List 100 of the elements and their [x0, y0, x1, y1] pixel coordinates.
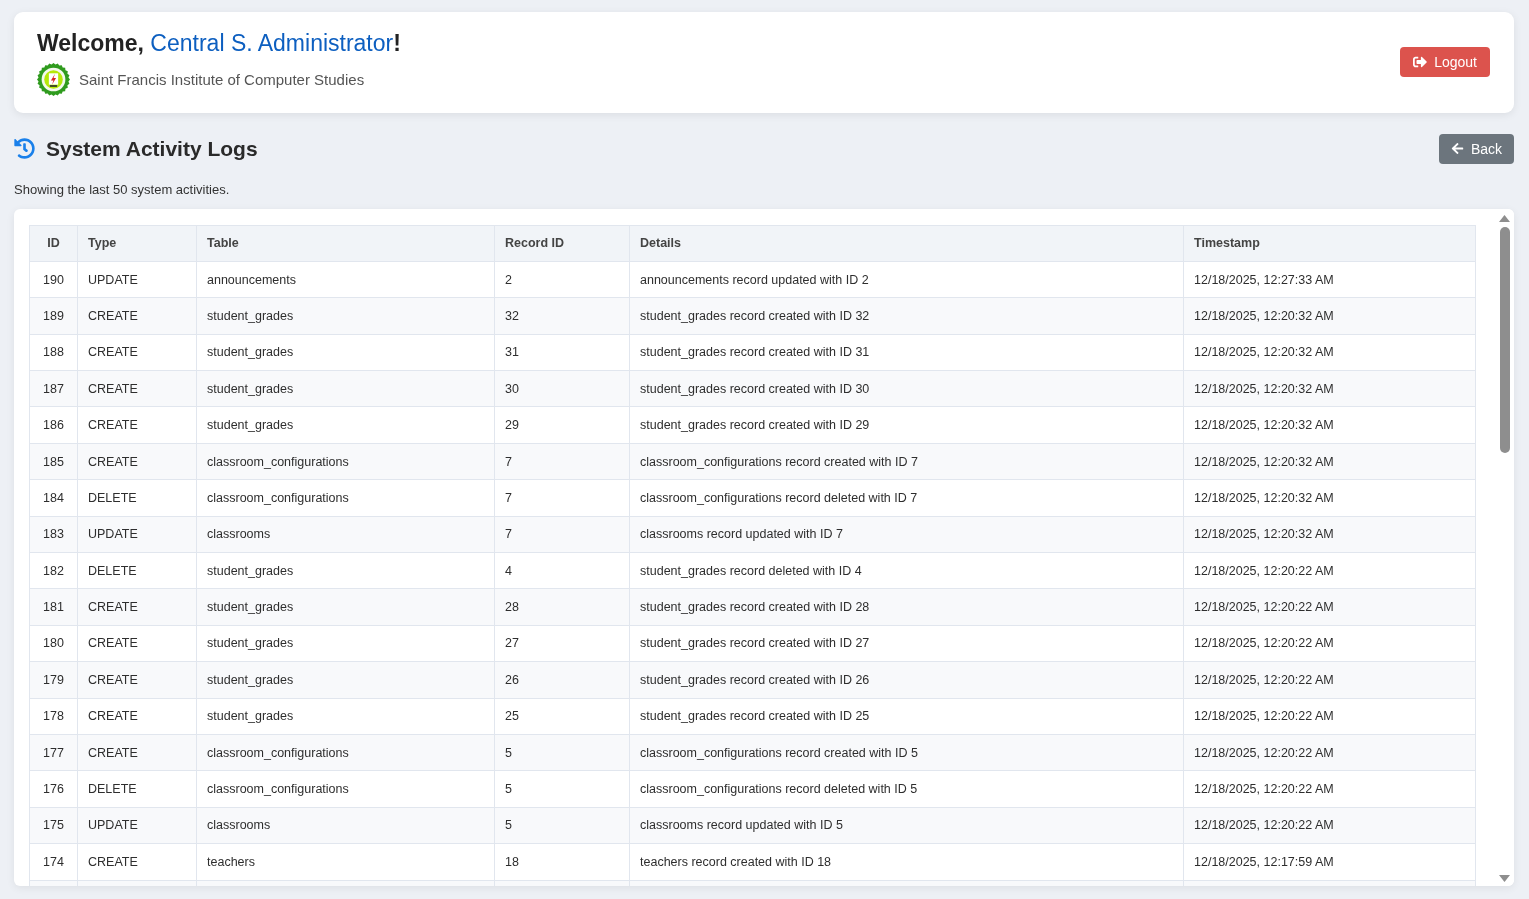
id-cell: 182 [29, 552, 78, 589]
details-cell: student_grades record created with ID 26 [629, 661, 1184, 699]
table-name-cell: classrooms [196, 807, 495, 844]
details-cell: student_grades record created with ID 32 [629, 297, 1184, 335]
details-cell: student_grades record created with ID 30 [629, 370, 1184, 407]
timestamp-cell: 12/18/2025, 12:17:59 AM [1183, 843, 1476, 880]
timestamp-cell: 12/18/2025, 12:20:22 AM [1183, 807, 1476, 844]
id-cell: 174 [29, 843, 78, 880]
table-name-cell: student_grades [196, 661, 495, 699]
timestamp-cell: 12/18/2025, 12:20:22 AM [1183, 661, 1476, 699]
timestamp-cell: 12/18/2025, 12:20:32 AM [1183, 297, 1476, 335]
table-name-cell: student_grades [196, 370, 495, 407]
type-cell: CREATE [77, 370, 197, 407]
record-id-cell: 7 [494, 516, 630, 553]
type-cell: DELETE [77, 552, 197, 589]
type-cell: CREATE [77, 297, 197, 335]
timestamp-cell: 12/18/2025, 12:20:22 AM [1183, 770, 1476, 808]
timestamp-cell: 12/18/2025, 12:20:32 AM [1183, 443, 1476, 480]
id-cell: 178 [29, 698, 78, 735]
record-id-cell: 30 [494, 370, 630, 407]
record-id-cell: 32 [494, 297, 630, 335]
details-cell: classroom_configurations record deleted with ID 5 [629, 770, 1184, 808]
id-cell: 189 [29, 297, 78, 335]
institution-name: Saint Francis Institute of Computer Studies [79, 70, 365, 88]
column-header: Details [629, 225, 1184, 262]
table-name-cell: student_grades [196, 625, 495, 662]
timestamp-cell: 12/18/2025, 12:20:22 AM [1183, 698, 1476, 735]
details-cell: student_grades record created with ID 28 [629, 588, 1184, 626]
id-cell: 183 [29, 516, 78, 553]
details-cell: classroom_configurations record created with ID 7 [629, 443, 1184, 480]
timestamp-cell: 12/18/2025, 12:20:32 AM [1183, 516, 1476, 553]
type-cell: CREATE [77, 625, 197, 662]
record-id-cell: 25 [494, 698, 630, 735]
id-cell: 176 [29, 770, 78, 808]
logout-button[interactable]: Logout [1400, 47, 1490, 78]
details-cell: student_grades record deleted with ID 4 [629, 552, 1184, 589]
sign-out-icon [1413, 55, 1428, 70]
id-cell: 181 [29, 588, 78, 626]
type-cell: CREATE [77, 698, 197, 735]
school-seal-logo [37, 62, 70, 96]
id-cell: 184 [29, 479, 78, 517]
column-header: Timestamp [1183, 225, 1476, 262]
details-cell: classroom_configurations record deleted with ID 7 [629, 479, 1184, 517]
record-id-cell: 27 [494, 625, 630, 662]
id-cell: 188 [29, 334, 78, 371]
id-cell: 186 [29, 406, 78, 444]
type-cell: UPDATE [77, 516, 197, 553]
table-name-cell: classroom_configurations [196, 770, 495, 808]
scrollbar-thumb[interactable] [1499, 226, 1510, 453]
details-cell: student_grades record created with ID 25 [629, 698, 1184, 735]
table-name-cell: student_grades [196, 334, 495, 371]
details-cell: student_grades record created with ID 29 [629, 406, 1184, 444]
id-cell: 190 [29, 261, 78, 298]
details-cell: announcements record updated with ID 2 [629, 261, 1184, 298]
type-cell: CREATE [77, 443, 197, 480]
id-cell: 185 [29, 443, 78, 480]
record-id-cell: 26 [494, 661, 630, 699]
timestamp-cell: 12/18/2025, 12:20:32 AM [1183, 370, 1476, 407]
column-header: Record ID [494, 225, 630, 262]
table-name-cell: classroom_configurations [196, 734, 495, 771]
table-name-cell: student_grades [196, 297, 495, 335]
column-header: Type [77, 225, 197, 262]
page-subtitle: Showing the last 50 system activities. [14, 181, 230, 198]
timestamp-cell: 12/18/2025, 12:20:22 AM [1183, 552, 1476, 589]
table-name-cell: student_grades [196, 588, 495, 626]
type-cell: CREATE [77, 661, 197, 699]
record-id-cell: 4 [494, 552, 630, 589]
welcome-heading: Welcome, Central S. Administrator! [37, 28, 401, 57]
history-icon [14, 138, 35, 160]
details-cell: student_grades record created with ID 31 [629, 334, 1184, 371]
type-cell: CREATE [77, 734, 197, 771]
details-cell: classrooms record updated with ID 5 [629, 807, 1184, 844]
timestamp-cell: 12/18/2025, 12:20:32 AM [1183, 479, 1476, 517]
record-id-cell: 18 [494, 843, 630, 880]
page-title: System Activity Logs [46, 136, 258, 161]
table-name-cell: classroom_configurations [196, 479, 495, 517]
timestamp-cell: 12/18/2025, 12:20:22 AM [1183, 625, 1476, 662]
details-cell: classroom_configurations record created with ID 5 [629, 734, 1184, 771]
type-cell: DELETE [77, 770, 197, 808]
id-cell: 175 [29, 807, 78, 844]
details-cell: classrooms record updated with ID 7 [629, 516, 1184, 553]
back-button[interactable]: Back [1438, 133, 1514, 164]
table-name-cell: announcements [196, 261, 495, 298]
scroll-down-icon[interactable] [1499, 875, 1510, 882]
type-cell: CREATE [77, 334, 197, 371]
details-cell: teachers record created with ID 18 [629, 843, 1184, 880]
id-cell: 177 [29, 734, 78, 771]
details-cell: student_grades record created with ID 27 [629, 625, 1184, 662]
arrow-left-icon [1450, 142, 1464, 156]
table-name-cell: teachers [196, 843, 495, 880]
table-name-cell: classrooms [196, 516, 495, 553]
record-id-cell: 5 [494, 734, 630, 771]
scroll-up-icon[interactable] [1499, 214, 1510, 222]
timestamp-cell: 12/18/2025, 12:20:22 AM [1183, 588, 1476, 626]
table-name-cell: classroom_configurations [196, 443, 495, 480]
timestamp-cell: 12/18/2025, 12:20:32 AM [1183, 334, 1476, 371]
record-id-cell: 31 [494, 334, 630, 371]
type-cell: CREATE [77, 406, 197, 444]
record-id-cell: 28 [494, 588, 630, 626]
timestamp-cell: 12/18/2025, 12:20:32 AM [1183, 406, 1476, 444]
